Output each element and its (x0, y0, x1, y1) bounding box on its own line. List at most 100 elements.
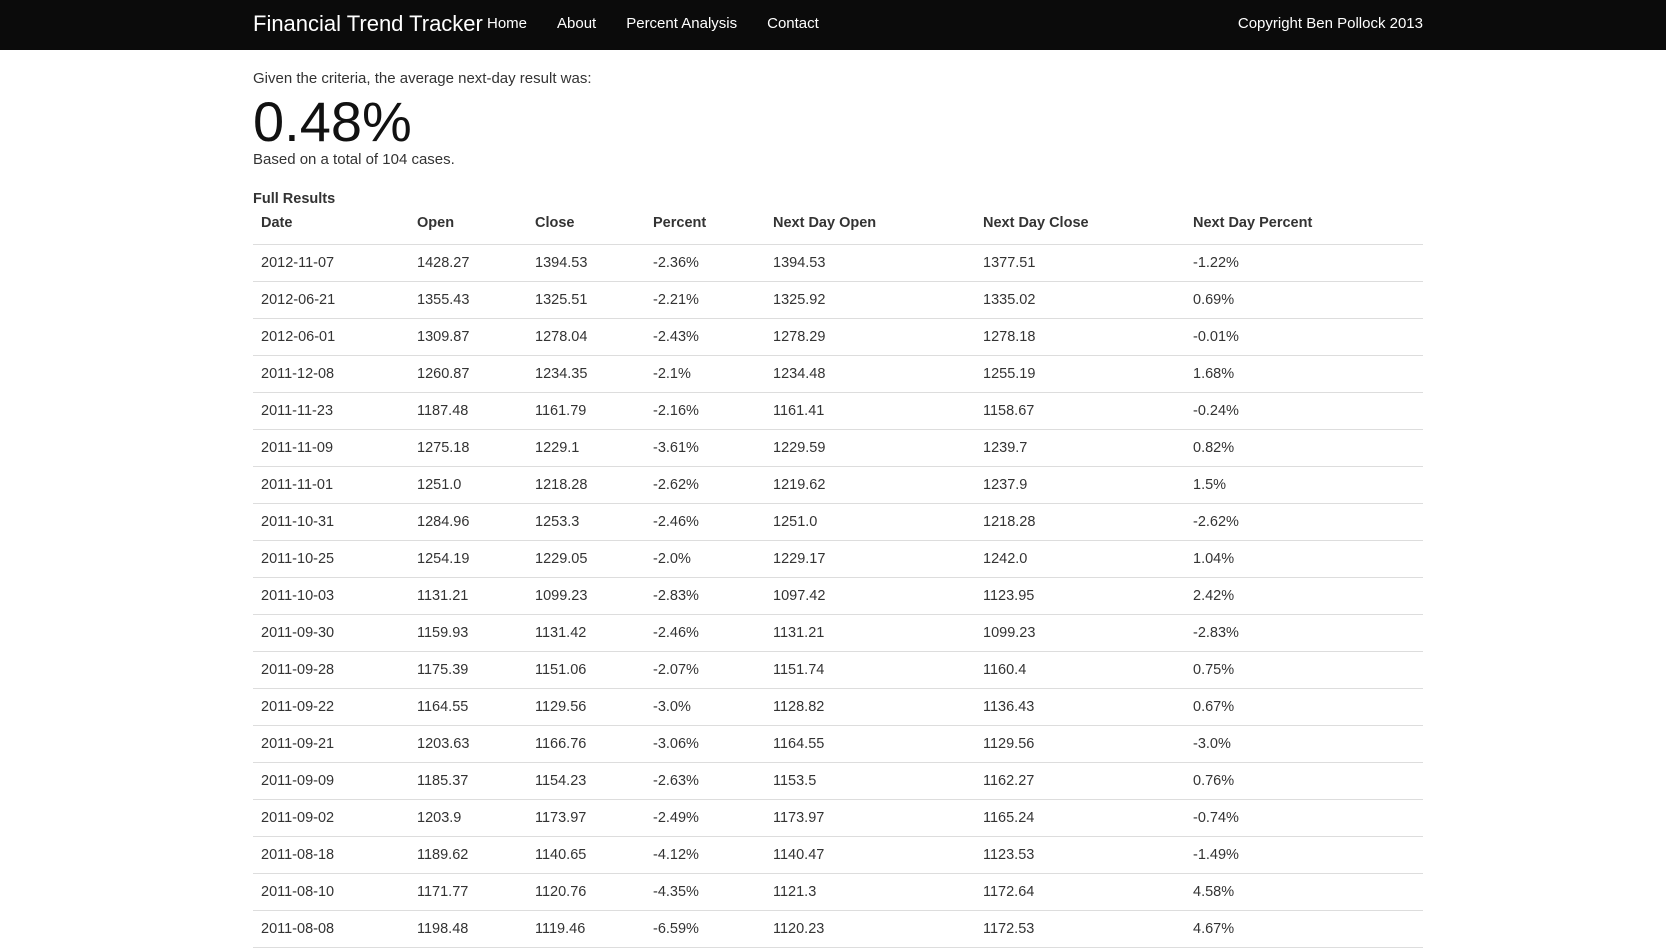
cell-next-day-close: 1237.9 (975, 466, 1185, 504)
cell-next-day-close: 1165.24 (975, 799, 1185, 837)
table-row: 2012-06-21 1355.43 1325.51 -2.21% 1325.92 133… (253, 281, 1423, 319)
cell-close: 1325.51 (527, 281, 645, 319)
table-row: 2011-09-02 1203.9 1173.97 -2.49% 1173.97 1165… (253, 799, 1423, 837)
cell-next-day-open: 1278.29 (765, 318, 975, 356)
cell-percent: -2.16% (645, 392, 765, 430)
cell-percent: -3.06% (645, 725, 765, 763)
cell-next-day-percent: 0.67% (1185, 688, 1423, 726)
cell-close: 1229.05 (527, 540, 645, 578)
cell-next-day-open: 1151.74 (765, 651, 975, 689)
cell-open: 1171.77 (409, 873, 527, 911)
cell-date: 2012-06-21 (253, 281, 409, 319)
cell-percent: -4.35% (645, 873, 765, 911)
results-table: Date Open Close Percent Next Day Open Ne… (253, 215, 1423, 948)
cell-percent: -6.59% (645, 910, 765, 948)
average-result-value: 0.48% (253, 90, 412, 153)
column-header-next-day-open: Next Day Open (765, 215, 975, 245)
cell-next-day-percent: -1.49% (1185, 836, 1423, 874)
cell-next-day-percent: 0.69% (1185, 281, 1423, 319)
cell-next-day-percent: 1.68% (1185, 355, 1423, 393)
cell-next-day-percent: 4.58% (1185, 873, 1423, 911)
cell-close: 1120.76 (527, 873, 645, 911)
cell-date: 2011-10-31 (253, 503, 409, 541)
cell-percent: -2.21% (645, 281, 765, 319)
results-table-body: 2012-11-07 1428.27 1394.53 -2.36% 1394.53 137… (253, 244, 1423, 948)
cell-percent: -4.12% (645, 836, 765, 874)
cell-date: 2011-09-30 (253, 614, 409, 652)
cell-close: 1166.76 (527, 725, 645, 763)
cell-open: 1198.48 (409, 910, 527, 948)
brand-link[interactable]: Financial Trend Tracker (253, 11, 483, 37)
table-row: 2011-08-08 1198.48 1119.46 -6.59% 1120.23 117… (253, 910, 1423, 948)
column-header-next-day-percent: Next Day Percent (1185, 215, 1423, 245)
cell-next-day-close: 1218.28 (975, 503, 1185, 541)
cell-next-day-percent: -3.0% (1185, 725, 1423, 763)
column-header-next-day-close: Next Day Close (975, 215, 1185, 245)
cell-close: 1173.97 (527, 799, 645, 837)
cell-next-day-open: 1161.41 (765, 392, 975, 430)
cell-next-day-percent: -0.24% (1185, 392, 1423, 430)
cell-open: 1428.27 (409, 244, 527, 282)
cell-percent: -2.46% (645, 503, 765, 541)
cell-date: 2011-12-08 (253, 355, 409, 393)
cell-date: 2011-09-22 (253, 688, 409, 726)
table-row: 2011-10-25 1254.19 1229.05 -2.0% 1229.17 1242… (253, 540, 1423, 578)
column-header-percent: Percent (645, 215, 765, 245)
column-header-date: Date (253, 215, 409, 245)
cell-next-day-open: 1251.0 (765, 503, 975, 541)
cell-date: 2011-09-09 (253, 762, 409, 800)
nav-link-about[interactable]: About (557, 15, 596, 33)
cell-percent: -2.0% (645, 540, 765, 578)
cell-close: 1253.3 (527, 503, 645, 541)
results-title: Full Results (253, 191, 336, 207)
table-row: 2012-11-07 1428.27 1394.53 -2.36% 1394.53 137… (253, 244, 1423, 282)
cell-open: 1189.62 (409, 836, 527, 874)
cell-next-day-open: 1219.62 (765, 466, 975, 504)
cell-next-day-percent: 1.5% (1185, 466, 1423, 504)
table-row: 2012-06-01 1309.87 1278.04 -2.43% 1278.29 127… (253, 318, 1423, 356)
cell-close: 1234.35 (527, 355, 645, 393)
cell-next-day-open: 1229.17 (765, 540, 975, 578)
cell-next-day-close: 1377.51 (975, 244, 1185, 282)
nav-link-percent-analysis[interactable]: Percent Analysis (626, 15, 737, 33)
cell-open: 1275.18 (409, 429, 527, 467)
main-content: Given the criteria, the average next-day… (253, 68, 1423, 948)
nav-link-contact[interactable]: Contact (767, 15, 819, 33)
cell-next-day-close: 1162.27 (975, 762, 1185, 800)
nav-link-home[interactable]: Home (487, 15, 527, 33)
table-row: 2011-10-03 1131.21 1099.23 -2.83% 1097.42 112… (253, 577, 1423, 615)
cell-close: 1099.23 (527, 577, 645, 615)
cell-next-day-close: 1123.53 (975, 836, 1185, 874)
cell-next-day-open: 1121.3 (765, 873, 975, 911)
cell-next-day-percent: -0.01% (1185, 318, 1423, 356)
cell-next-day-close: 1160.4 (975, 651, 1185, 689)
cell-close: 1131.42 (527, 614, 645, 652)
cell-open: 1260.87 (409, 355, 527, 393)
cell-next-day-percent: -2.83% (1185, 614, 1423, 652)
cell-next-day-percent: 4.67% (1185, 910, 1423, 948)
cell-date: 2011-11-01 (253, 466, 409, 504)
cell-open: 1187.48 (409, 392, 527, 430)
cell-open: 1309.87 (409, 318, 527, 356)
cell-close: 1218.28 (527, 466, 645, 504)
table-row: 2011-11-23 1187.48 1161.79 -2.16% 1161.41 115… (253, 392, 1423, 430)
cell-next-day-close: 1255.19 (975, 355, 1185, 393)
cell-next-day-open: 1140.47 (765, 836, 975, 874)
cell-percent: -2.83% (645, 577, 765, 615)
copyright-text: Copyright Ben Pollock 2013 (1237, 15, 1423, 32)
cell-close: 1140.65 (527, 836, 645, 874)
cell-open: 1251.0 (409, 466, 527, 504)
cell-date: 2011-11-23 (253, 392, 409, 430)
cell-open: 1185.37 (409, 762, 527, 800)
cell-date: 2012-11-07 (253, 244, 409, 282)
table-row: 2011-12-08 1260.87 1234.35 -2.1% 1234.48 1255… (253, 355, 1423, 393)
cell-next-day-close: 1278.18 (975, 318, 1185, 356)
cell-percent: -3.0% (645, 688, 765, 726)
cell-percent: -2.36% (645, 244, 765, 282)
table-row: 2011-11-01 1251.0 1218.28 -2.62% 1219.62 1237… (253, 466, 1423, 504)
cell-next-day-close: 1123.95 (975, 577, 1185, 615)
cell-next-day-percent: 0.82% (1185, 429, 1423, 467)
cell-percent: -2.62% (645, 466, 765, 504)
cell-date: 2011-08-18 (253, 836, 409, 874)
cell-next-day-close: 1099.23 (975, 614, 1185, 652)
